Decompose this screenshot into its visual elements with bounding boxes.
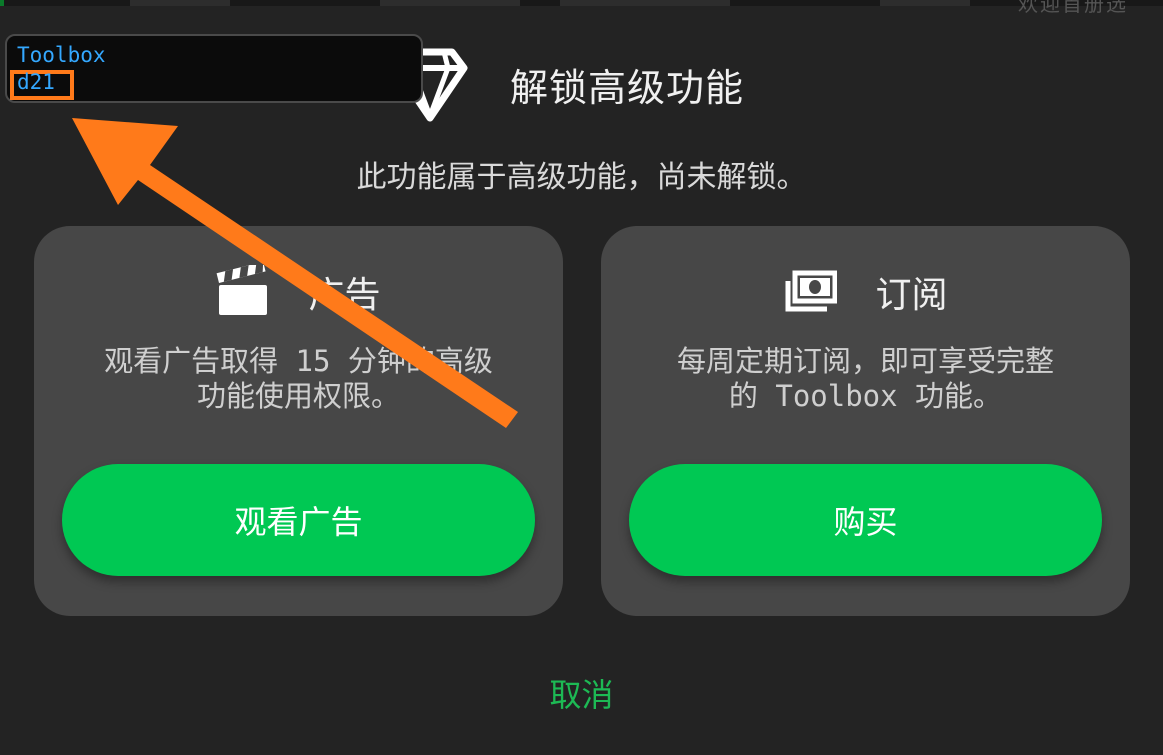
top-strip [0, 0, 1163, 6]
ad-option-card: 广告 观看广告取得 15 分钟的高级 功能使用权限。 观看广告 [34, 226, 563, 616]
overlay-app-name: Toolbox [17, 43, 106, 67]
subscription-description-line2: 的 Toolbox 功能。 [728, 378, 1003, 413]
dialog-header: 解锁高级功能 [390, 44, 744, 124]
ad-description-line1: 观看广告取得 15 分钟的高级 [104, 344, 493, 378]
subscription-card-header: 订阅 [601, 264, 1130, 320]
cancel-button[interactable]: 取消 [0, 670, 1163, 716]
ad-card-header: 广告 [34, 264, 563, 320]
clapperboard-icon [217, 265, 268, 315]
ad-description-line2: 功能使用权限。 [196, 378, 400, 413]
purchase-button[interactable]: 购买 [629, 464, 1102, 576]
subscription-description-line1: 每周定期订阅，即可享受完整 [676, 344, 1054, 378]
watch-ad-button[interactable]: 观看广告 [62, 464, 535, 576]
subscription-option-card: 订阅 每周定期订阅，即可享受完整 的 Toolbox 功能。 购买 [601, 226, 1130, 616]
unlock-premium-screen: 欢迎首册选 解锁高级功能 此功能属于高级功能，尚未解锁。 广告 观看广告取得 1… [0, 0, 1163, 755]
subscription-card-description: 每周定期订阅，即可享受完整 的 Toolbox 功能。 [631, 344, 1100, 414]
dialog-subtitle: 此功能属于高级功能，尚未解锁。 [356, 160, 807, 195]
money-icon [785, 270, 838, 312]
app-info-overlay: Toolbox d21 [5, 34, 423, 103]
dialog-title: 解锁高级功能 [510, 65, 745, 110]
overlay-code: d21 [17, 70, 55, 94]
subscription-card-title: 订阅 [875, 275, 948, 316]
top-bar-partial-text: 欢迎首册选 [1018, 0, 1128, 16]
ad-card-description: 观看广告取得 15 分钟的高级 功能使用权限。 [64, 344, 533, 414]
status-indicator [0, 0, 4, 6]
ad-card-title: 广告 [308, 275, 381, 316]
